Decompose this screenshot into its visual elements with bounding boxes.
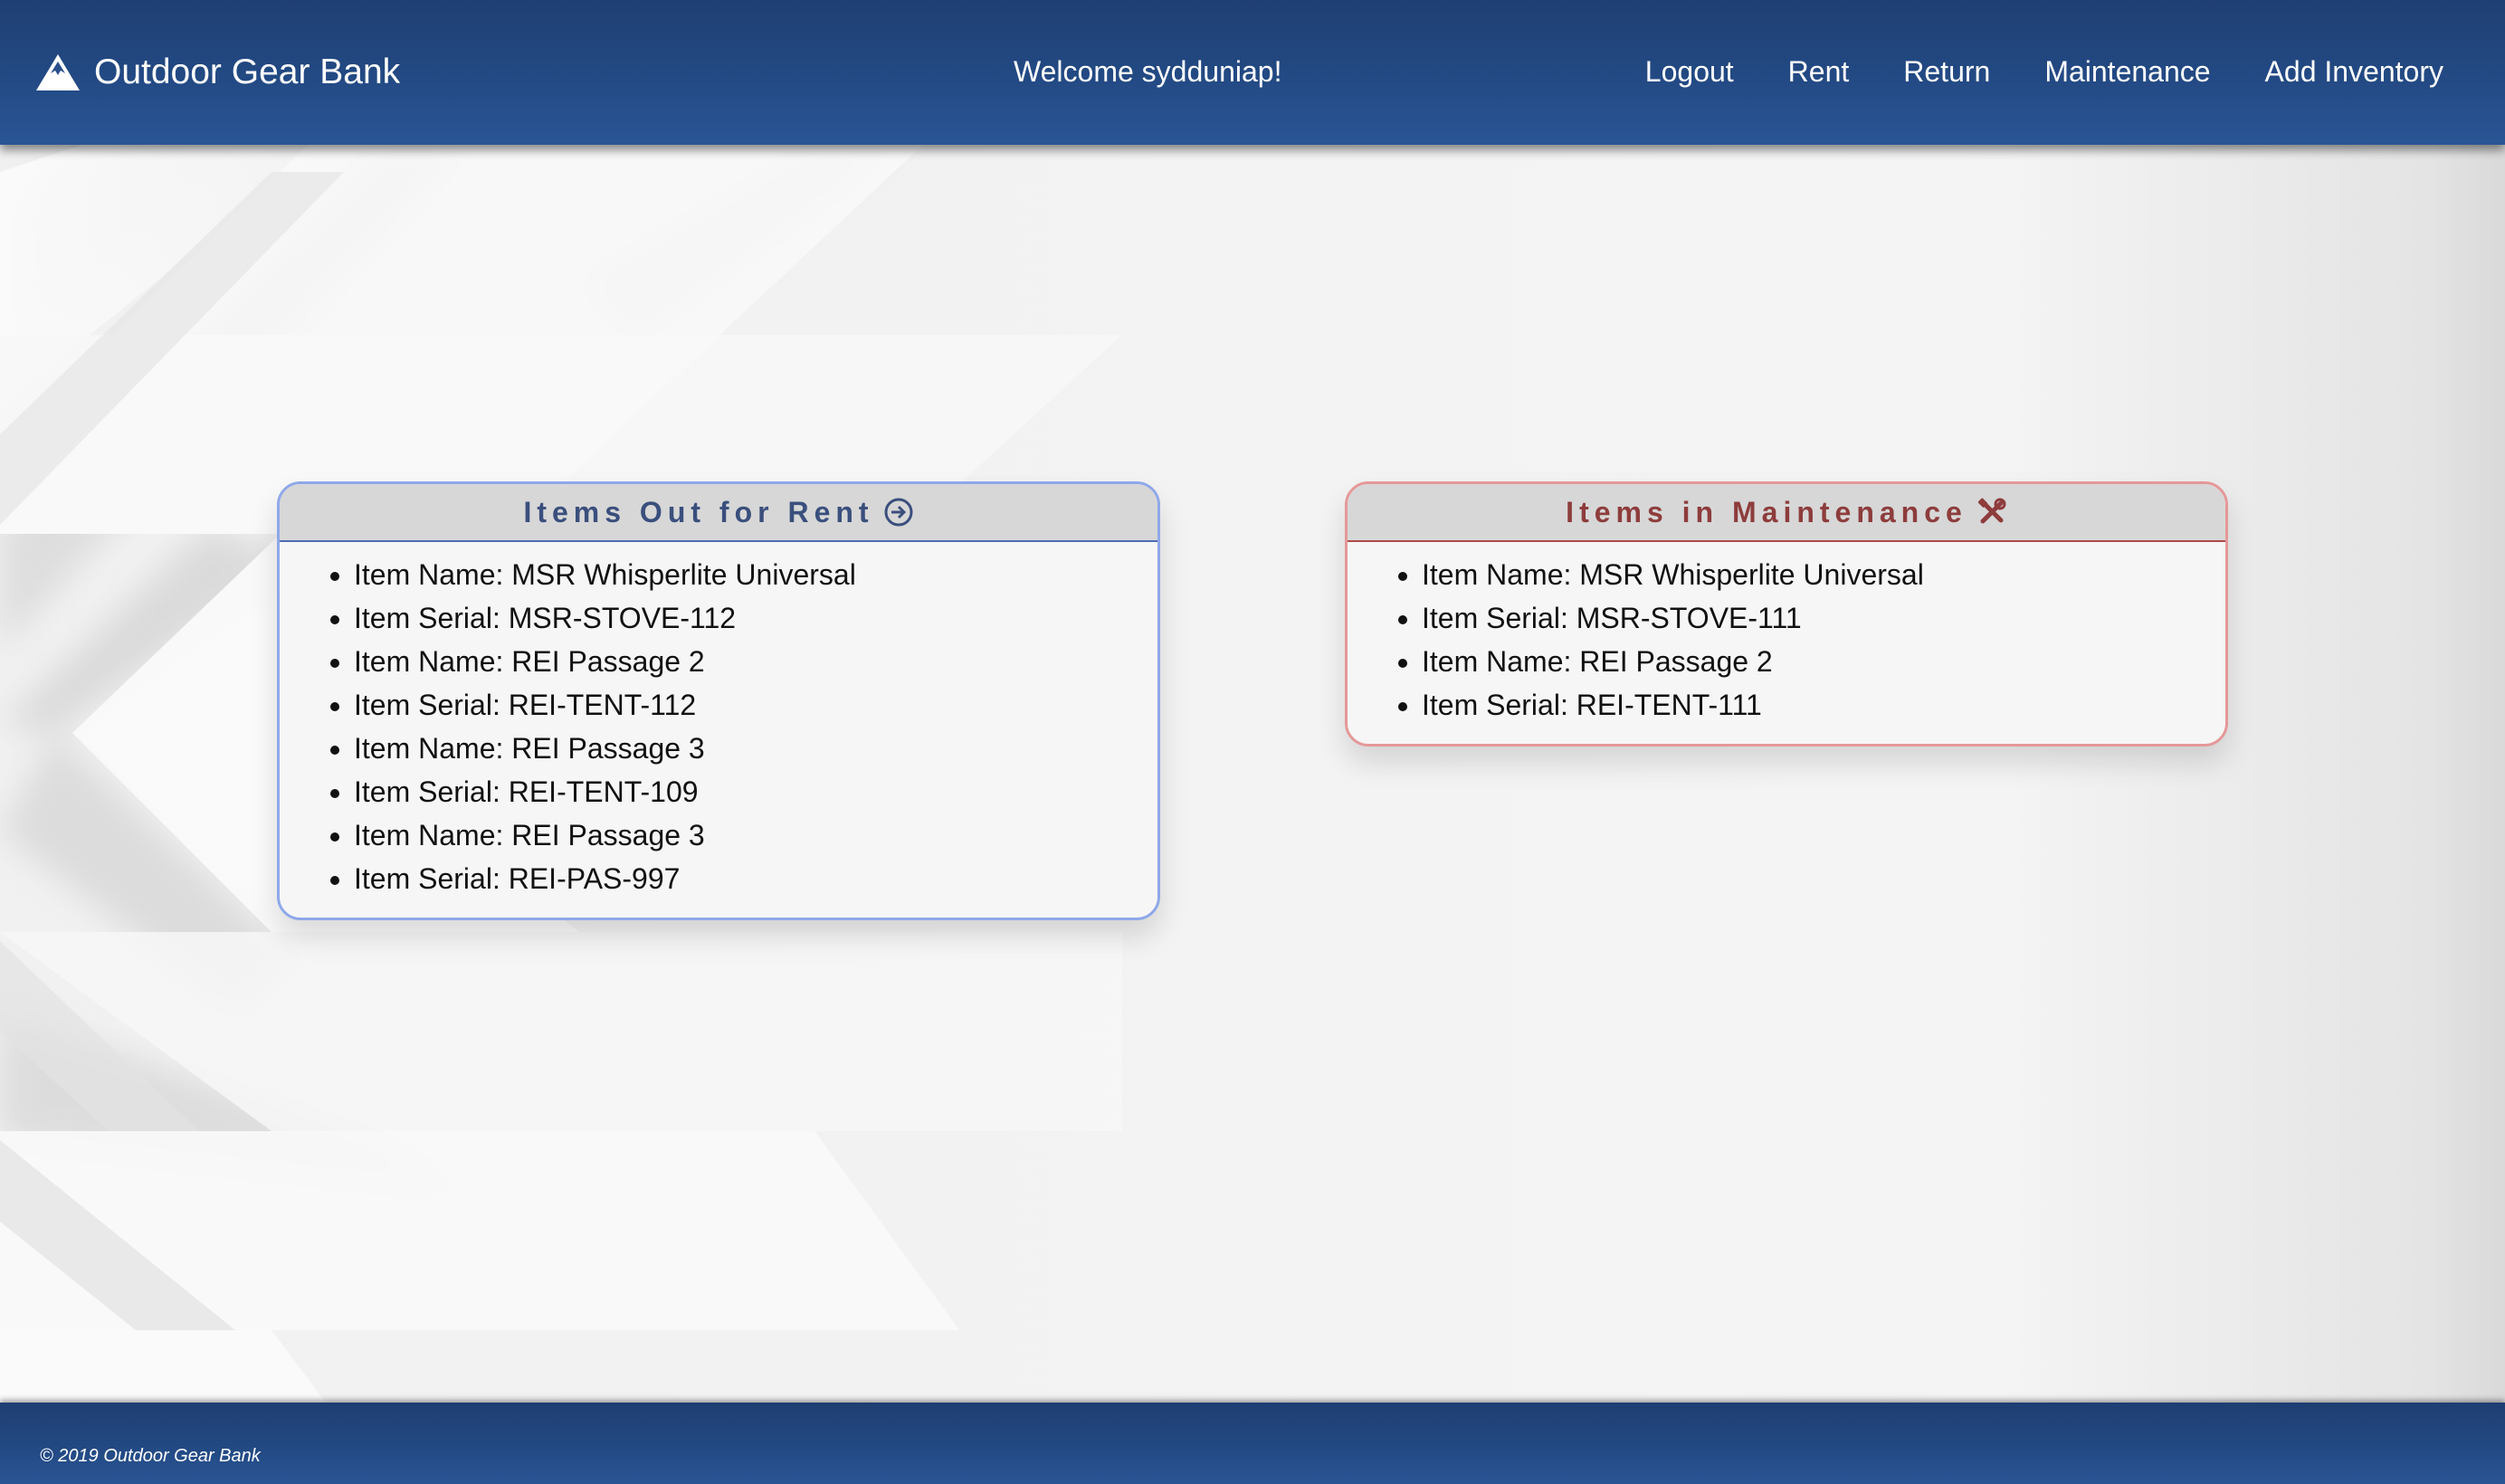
list-item: Item Serial: REI-TENT-112 <box>354 683 1157 727</box>
brand-home-link[interactable]: Outdoor Gear Bank <box>34 47 400 98</box>
list-item: Item Name: REI Passage 2 <box>1422 640 2225 683</box>
nav-add-inventory-link[interactable]: Add Inventory <box>2265 52 2443 90</box>
footer: © 2019 Outdoor Gear Bank <box>0 1403 2505 1484</box>
nav-return-link[interactable]: Return <box>1903 52 1990 90</box>
mountain-icon <box>36 54 80 90</box>
maintenance-item-list: Item Name: MSR Whisperlite Universal Ite… <box>1348 553 2225 727</box>
top-navbar: Outdoor Gear Bank Welcome sydduniap! Log… <box>0 0 2505 145</box>
rent-panel-title: Items Out for Rent <box>523 495 874 528</box>
list-item: Item Serial: REI-PAS-997 <box>354 857 1157 900</box>
list-item: Item Name: MSR Whisperlite Universal <box>354 553 1157 596</box>
list-item: Item Serial: MSR-STOVE-111 <box>1422 596 2225 640</box>
rent-item-list: Item Name: MSR Whisperlite Universal Ite… <box>280 553 1157 900</box>
list-item: Item Serial: MSR-STOVE-112 <box>354 596 1157 640</box>
maintenance-panel-title: Items in Maintenance <box>1566 495 1967 528</box>
nav-maintenance-link[interactable]: Maintenance <box>2044 52 2210 90</box>
brand-name: Outdoor Gear Bank <box>94 52 401 91</box>
nav-rent-link[interactable]: Rent <box>1788 52 1850 90</box>
rent-panel-header: Items Out for Rent <box>280 484 1157 542</box>
list-item: Item Name: REI Passage 3 <box>354 813 1157 857</box>
list-item: Item Name: REI Passage 2 <box>354 640 1157 683</box>
list-item: Item Serial: REI-TENT-109 <box>354 770 1157 813</box>
list-item: Item Serial: REI-TENT-111 <box>1422 683 2225 727</box>
rent-panel: Items Out for Rent Item Name: MSR Whispe… <box>277 481 1160 920</box>
nav-logout-link[interactable]: Logout <box>1645 52 1734 90</box>
nav-links: Logout Rent Return Maintenance Add Inven… <box>1645 52 2443 90</box>
copyright-text: © 2019 Outdoor Gear Bank <box>40 1446 261 1466</box>
list-item: Item Name: REI Passage 3 <box>354 727 1157 770</box>
tools-icon <box>1977 498 2006 524</box>
maintenance-panel: Items in Maintenance Item Name: MSR Whis… <box>1345 481 2228 747</box>
list-item: Item Name: MSR Whisperlite Universal <box>1422 553 2225 596</box>
welcome-message: Welcome sydduniap! <box>1014 55 1282 88</box>
arrow-circle-right-icon <box>884 498 913 527</box>
maintenance-panel-header: Items in Maintenance <box>1348 484 2225 542</box>
